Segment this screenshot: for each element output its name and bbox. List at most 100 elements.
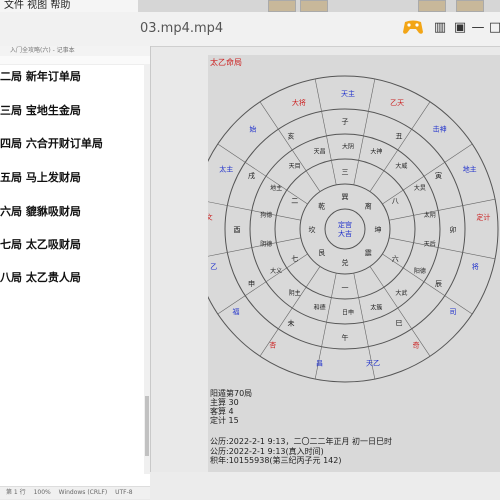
ring2-label: 太阴 bbox=[424, 211, 436, 219]
ring2-label: 阴德 bbox=[260, 240, 272, 248]
branch-label: 午 bbox=[342, 333, 349, 342]
doc-line[interactable]: 八局 太乙贵人局 bbox=[0, 269, 81, 285]
maximize-icon[interactable]: □ bbox=[487, 20, 500, 36]
ring1-label: 巽 bbox=[342, 193, 349, 201]
player-titlebar: 03.mp4.mp4 ▥ ▣ — □ bbox=[0, 12, 500, 47]
doc-line[interactable]: 七局 太乙吸财局 bbox=[0, 236, 81, 252]
editor-window-title: 入门全攻略(六) - 记事本 bbox=[0, 46, 150, 56]
outer-label: 文 bbox=[208, 213, 213, 222]
outer-label: 定计 bbox=[476, 213, 490, 222]
doc-line[interactable]: 五局 马上发财局 bbox=[0, 169, 81, 185]
ring2-label: 大义 bbox=[270, 267, 282, 275]
outer-label: 天乙 bbox=[366, 360, 380, 368]
chart-spoke bbox=[314, 78, 337, 185]
doc-line[interactable]: 六局 貔貅吸财局 bbox=[0, 203, 81, 219]
outer-label: 乙 bbox=[210, 263, 217, 271]
ring1-label: 兑 bbox=[342, 258, 349, 267]
info-line: 定计 15 bbox=[210, 416, 239, 425]
branch-label: 亥 bbox=[288, 131, 295, 140]
branch-label: 戌 bbox=[248, 171, 255, 180]
ring1-label: 乾 bbox=[318, 202, 325, 211]
ring2-label: 阴主 bbox=[289, 289, 301, 297]
ring2-label: 天目 bbox=[289, 163, 301, 170]
doc-line[interactable]: 二局 新年订单局 bbox=[0, 68, 81, 84]
ring2-label: 太簇 bbox=[370, 303, 382, 311]
ring2-label: 和德 bbox=[314, 303, 326, 311]
ring2-label: 天后 bbox=[424, 240, 436, 248]
ring2-label: 阳德 bbox=[414, 267, 426, 275]
ring2-label: 大炅 bbox=[414, 184, 426, 192]
ring1-digit: 三 bbox=[342, 168, 349, 176]
chart-spoke bbox=[389, 237, 496, 260]
top-strip: 文件 视图 帮助 bbox=[0, 0, 500, 12]
ring1-digit: 八 bbox=[392, 197, 399, 205]
branch-label: 丑 bbox=[396, 132, 403, 140]
video-thumbnail[interactable] bbox=[418, 0, 446, 12]
outer-label: 乙天 bbox=[390, 99, 404, 107]
outer-label: 击神 bbox=[433, 125, 447, 134]
video-thumbnail[interactable] bbox=[300, 0, 328, 12]
ring1-digit: 二 bbox=[291, 197, 298, 205]
ring1-digit: 六 bbox=[392, 254, 399, 263]
ring1-digit: 一 bbox=[342, 284, 349, 292]
ring2-label: 大阴 bbox=[342, 142, 354, 150]
info-line: 积年:10155938(第三纪丙子元 142) bbox=[210, 456, 342, 465]
player-title: 03.mp4.mp4 bbox=[140, 21, 224, 36]
ring2-label: 地主 bbox=[270, 184, 282, 192]
outer-label: 始 bbox=[249, 125, 256, 134]
ring1-label: 坎 bbox=[309, 225, 316, 234]
chart-spoke bbox=[208, 201, 301, 221]
outer-label: 大将 bbox=[292, 98, 306, 107]
branch-label: 卯 bbox=[450, 225, 457, 234]
ring1-label: 坤 bbox=[375, 225, 382, 234]
ring2-label: 狗德 bbox=[260, 211, 272, 219]
ring2-label: 大神 bbox=[370, 147, 382, 155]
ring2-label: 日申 bbox=[342, 308, 354, 316]
editor-statusbar: 第 1 行 100% Windows (CRLF) UTF-8 bbox=[0, 486, 150, 499]
editor-menu-bar[interactable] bbox=[0, 56, 150, 65]
ring1-label: 震 bbox=[365, 249, 372, 257]
branch-label: 未 bbox=[288, 318, 295, 327]
outer-label: 天主 bbox=[341, 89, 355, 98]
minimize-icon[interactable]: — bbox=[470, 20, 486, 36]
branch-label: 辰 bbox=[435, 280, 442, 288]
outer-label: 奇 bbox=[413, 341, 420, 350]
status-zoom: 100% bbox=[33, 489, 51, 496]
top-strip-text: 文件 视图 帮助 bbox=[0, 0, 138, 12]
taiyi-chart-panel: 太乙命局 巽离坤震兑 艮 坎 乾 三八六一 七 二 大阴大神大威大炅太阴天后阳德大武太簇日申 和… bbox=[208, 55, 500, 472]
status-position: 第 1 行 bbox=[6, 489, 26, 496]
outer-label: 昌 bbox=[316, 360, 323, 368]
center-label: 定宫 bbox=[338, 220, 352, 229]
taiyi-chart: 太乙命局 巽离坤震兑 艮 坎 乾 三八六一 七 二 大阴大神大威大炅太阴天后阳德大武太簇日申 和… bbox=[208, 57, 499, 383]
video-thumbnail[interactable] bbox=[268, 0, 296, 12]
doc-line[interactable]: 三局 宝地生金局 bbox=[0, 102, 81, 118]
outer-label: 杏 bbox=[269, 341, 276, 350]
status-encoding: UTF-8 bbox=[115, 489, 133, 496]
outer-label: 地主 bbox=[463, 164, 477, 173]
sidebar-icon[interactable]: ▥ bbox=[432, 20, 448, 36]
text-editor-window: 入门全攻略(六) - 记事本 二局 新年订单局 三局 宝地生金局 四局 六合开财… bbox=[0, 46, 151, 486]
video-thumbnail[interactable] bbox=[456, 0, 484, 12]
outer-label: 福 bbox=[233, 307, 240, 316]
scrollbar-thumb[interactable] bbox=[145, 396, 149, 456]
ring2-label: 天昌 bbox=[314, 148, 326, 155]
branch-label: 酉 bbox=[234, 226, 241, 234]
ring1-digit: 七 bbox=[291, 254, 298, 263]
doc-line[interactable]: 四局 六合开财订单局 bbox=[0, 135, 103, 151]
branch-label: 申 bbox=[248, 279, 255, 288]
outer-label: 太主 bbox=[219, 164, 233, 173]
chart-spoke bbox=[353, 78, 376, 185]
window-icon[interactable]: ▣ bbox=[452, 20, 468, 36]
gamepad-icon[interactable] bbox=[402, 18, 424, 36]
outer-label: 司 bbox=[450, 308, 457, 316]
bottom-strip bbox=[150, 472, 500, 500]
status-line-ending: Windows (CRLF) bbox=[58, 489, 108, 496]
ring2-label: 大威 bbox=[395, 162, 407, 170]
ring2-label: 大武 bbox=[395, 289, 407, 297]
ring1-label: 艮 bbox=[318, 249, 325, 257]
chart-title: 太乙命局 bbox=[210, 57, 242, 67]
branch-label: 巳 bbox=[396, 319, 403, 327]
branch-label: 寅 bbox=[435, 171, 442, 180]
ring1-label: 离 bbox=[365, 202, 372, 211]
center-label: 大吉 bbox=[338, 229, 352, 238]
